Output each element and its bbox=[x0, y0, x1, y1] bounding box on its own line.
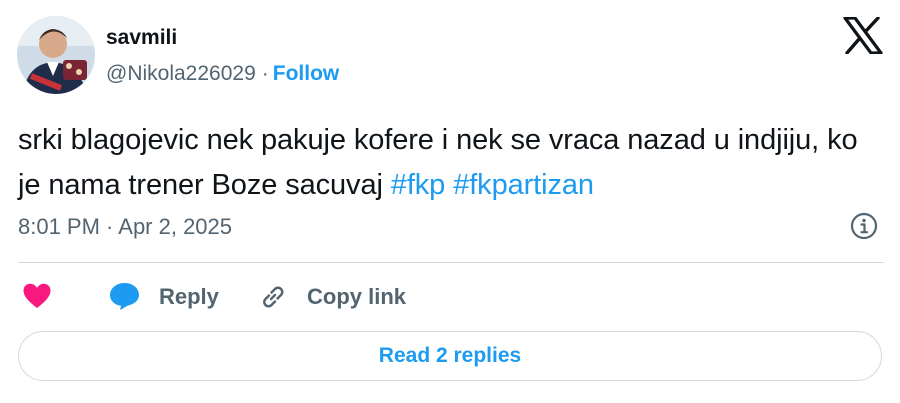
author-display-name[interactable]: savmili bbox=[106, 26, 177, 50]
hashtag-fkpartizan[interactable]: #fkpartizan bbox=[453, 169, 594, 201]
author-handle[interactable]: @Nikola226029 bbox=[106, 62, 256, 85]
author-handle-row: @Nikola226029 · Follow bbox=[106, 62, 339, 86]
read-replies-button[interactable]: Read 2 replies bbox=[18, 331, 882, 381]
info-icon[interactable] bbox=[849, 211, 879, 241]
reply-bubble-icon[interactable] bbox=[108, 281, 141, 311]
follow-button[interactable]: Follow bbox=[273, 62, 340, 85]
tweet-card: savmili @Nikola226029 · Follow srki blagoj… bbox=[0, 0, 900, 403]
divider bbox=[18, 262, 884, 263]
x-logo-icon[interactable] bbox=[843, 17, 883, 54]
link-icon[interactable] bbox=[258, 282, 288, 312]
reply-button[interactable]: Reply bbox=[159, 284, 219, 310]
user-photo-avatar-icon bbox=[17, 16, 95, 94]
copy-link-button[interactable]: Copy link bbox=[307, 284, 406, 310]
tweet-timestamp[interactable]: 8:01 PM · Apr 2, 2025 bbox=[18, 214, 232, 240]
action-bar: Reply Copy link bbox=[0, 274, 900, 318]
separator-dot: · bbox=[261, 62, 269, 85]
read-replies-label: Read 2 replies bbox=[378, 344, 522, 367]
heart-icon[interactable] bbox=[22, 282, 52, 310]
hashtag-fkp[interactable]: #fkp bbox=[391, 169, 446, 201]
author-avatar[interactable] bbox=[17, 16, 95, 94]
tweet-text: srki blagojevic nek pakuje kofere i nek … bbox=[18, 118, 878, 208]
